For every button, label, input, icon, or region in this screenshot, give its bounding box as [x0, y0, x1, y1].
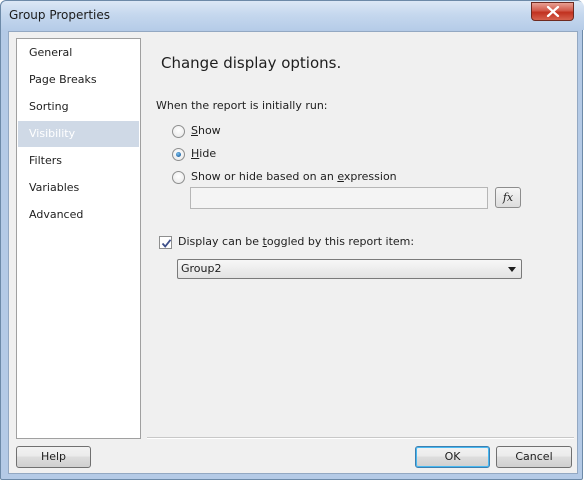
- close-button[interactable]: [531, 2, 574, 21]
- toggle-item-dropdown[interactable]: Group2: [177, 259, 522, 279]
- footer-separator: [147, 437, 574, 439]
- toggle-item-value: Group2: [181, 262, 222, 275]
- hide-radio[interactable]: [172, 148, 185, 161]
- initial-run-label: When the report is initially run:: [156, 99, 328, 112]
- nav-item-filters[interactable]: Filters: [18, 148, 139, 174]
- close-icon: [546, 6, 560, 17]
- nav-item-advanced[interactable]: Advanced: [18, 202, 139, 228]
- ok-button[interactable]: OK: [415, 446, 490, 468]
- checkmark-icon: [161, 239, 172, 248]
- expression-builder-button[interactable]: fx: [495, 187, 521, 208]
- cancel-button[interactable]: Cancel: [496, 446, 572, 468]
- nav-item-visibility[interactable]: Visibility: [18, 121, 139, 147]
- radio-selected-dot: [176, 152, 181, 157]
- hide-label: Hide: [191, 147, 217, 160]
- title-bar[interactable]: Group Properties: [1, 1, 584, 30]
- nav-item-page-breaks[interactable]: Page Breaks: [18, 67, 139, 93]
- help-button[interactable]: Help: [16, 446, 91, 468]
- fx-icon: fx: [502, 191, 514, 204]
- show-label: Show: [191, 124, 221, 137]
- expression-label: Show or hide based on an expression: [191, 170, 397, 183]
- dialog-window: Group Properties General Page Breaks Sor…: [0, 0, 584, 480]
- page-heading: Change display options.: [161, 54, 342, 72]
- window-title: Group Properties: [9, 8, 110, 22]
- show-radio[interactable]: [172, 125, 185, 138]
- expression-input[interactable]: [190, 187, 488, 209]
- nav-item-sorting[interactable]: Sorting: [18, 94, 139, 120]
- page-navigation-list: General Page Breaks Sorting Visibility F…: [16, 38, 141, 439]
- toggle-checkbox[interactable]: [159, 236, 172, 249]
- toggle-label: Display can be toggled by this report it…: [178, 235, 415, 248]
- dropdown-arrow-icon: [508, 267, 516, 272]
- dialog-body: General Page Breaks Sorting Visibility F…: [8, 31, 578, 474]
- nav-item-general[interactable]: General: [18, 40, 139, 66]
- nav-item-variables[interactable]: Variables: [18, 175, 139, 201]
- expression-radio[interactable]: [172, 171, 185, 184]
